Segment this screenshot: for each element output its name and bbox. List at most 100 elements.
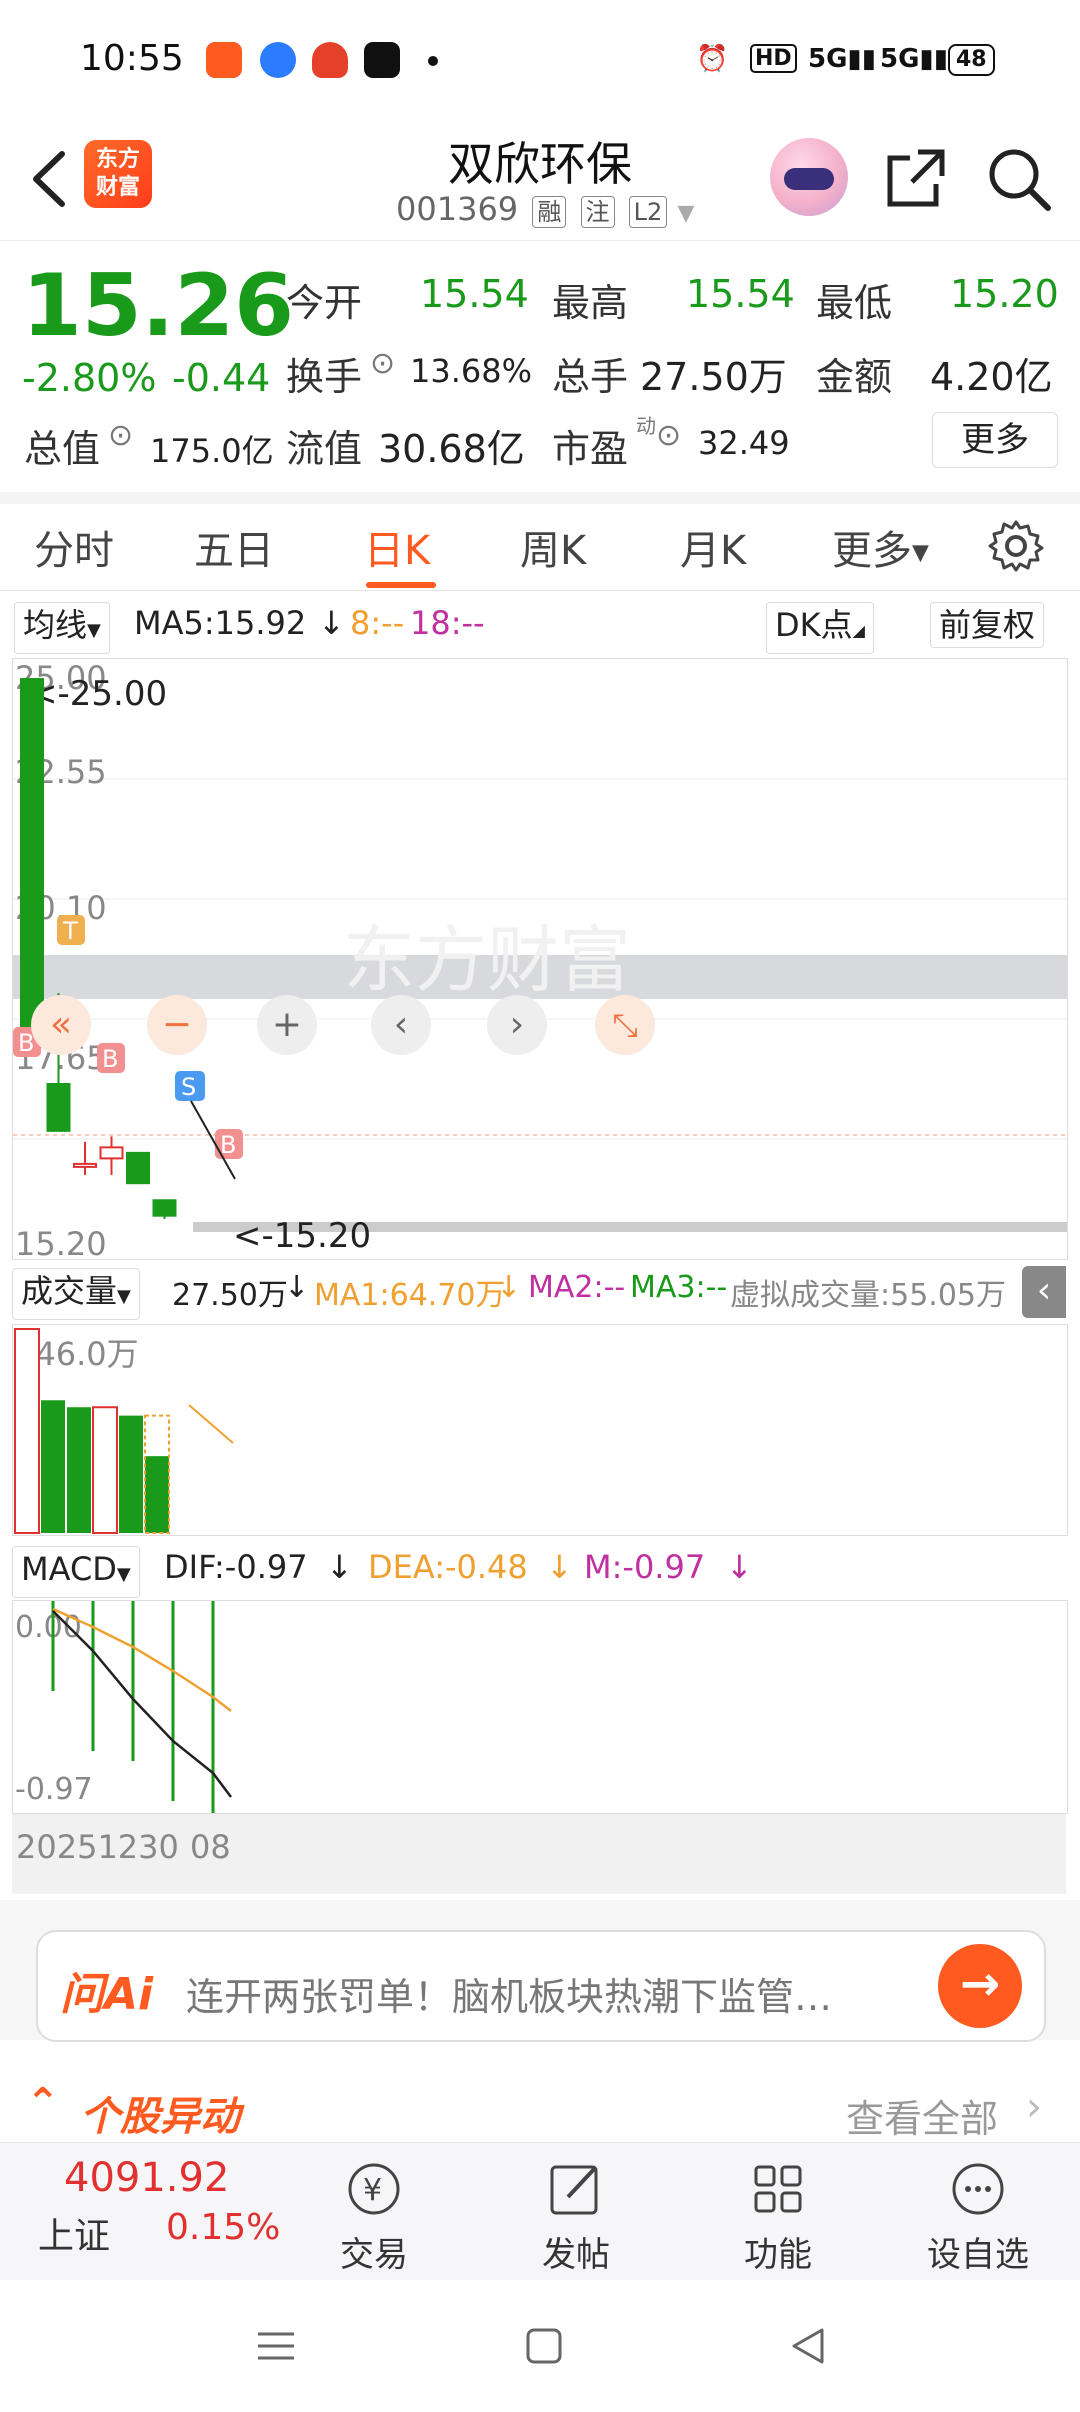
volume-label: 成交量 xyxy=(21,1272,118,1310)
tab-monthly-k[interactable]: 月K xyxy=(680,518,746,576)
zoom-in-icon[interactable]: + xyxy=(257,995,317,1055)
marker-t[interactable]: T xyxy=(57,915,85,945)
ask-ai-input[interactable]: 问Ai 连开两张罚单！脑机板块热潮下监管… → xyxy=(36,1930,1046,2042)
view-all-link[interactable]: 查看全部 xyxy=(846,2088,998,2143)
orange-app-icon xyxy=(206,42,242,78)
macd-indicator-select[interactable]: MACD▼ xyxy=(12,1546,140,1598)
gear-icon[interactable] xyxy=(988,518,1044,574)
candle-body[interactable] xyxy=(152,1199,177,1217)
more-button[interactable]: 更多 xyxy=(932,412,1058,468)
volume-chart[interactable]: 146.0万 xyxy=(12,1324,1068,1536)
change-percent: -2.80% xyxy=(22,356,157,400)
5g-signal-icon: 5G▮▮ xyxy=(880,44,949,74)
down-arrow-icon: ↓ xyxy=(546,1548,573,1586)
nav-post-label: 发帖 xyxy=(542,2235,610,2275)
open-value: 15.54 xyxy=(420,272,529,316)
change-amount: -0.44 xyxy=(172,356,271,400)
down-arrow-icon: ↓ xyxy=(284,1270,310,1305)
volume-indicator-select[interactable]: 成交量▼ xyxy=(12,1268,140,1320)
menu-icon[interactable] xyxy=(254,2324,298,2368)
macd-label: MACD xyxy=(21,1550,117,1588)
candle-body[interactable] xyxy=(99,1146,124,1160)
kline-chart[interactable]: 东方财富 25.00 22.55 20.10 17.65 15.20 <-25.… xyxy=(12,658,1068,1260)
chevron-up-icon[interactable]: ⌃ xyxy=(26,2080,60,2126)
chevron-left-icon[interactable]: ‹ xyxy=(371,995,431,1055)
grid-icon xyxy=(754,2165,802,2213)
caret-down-icon: ▼ xyxy=(87,620,101,641)
amount-value: 4.20亿 xyxy=(930,355,1053,399)
nav-post[interactable]: 发帖 xyxy=(516,2157,636,2276)
macd-svg: 0.00 -0.97 xyxy=(15,1601,232,1813)
tab-daily-k[interactable]: 日K xyxy=(364,518,430,576)
status-bar: 10:55 ⏰ HD 5G▮▮ 5G▮▮ 48 xyxy=(0,0,1080,120)
more-dots-icon xyxy=(952,2163,1004,2215)
corner-icon: ◢ xyxy=(852,621,865,640)
volume-bar[interactable] xyxy=(145,1456,169,1533)
volume-ma2: MA2:-- xyxy=(528,1270,626,1305)
info-icon[interactable]: ⊙ xyxy=(370,346,395,381)
dk-point-button[interactable]: DK点◢ xyxy=(766,602,874,654)
macd-dif: DIF:-0.97 xyxy=(164,1548,308,1586)
nav-trade[interactable]: ¥ 交易 xyxy=(314,2157,434,2276)
info-icon[interactable]: ⊙ xyxy=(656,418,681,453)
down-arrow-icon: ↓ xyxy=(496,1270,522,1305)
marker-s[interactable]: S xyxy=(175,1071,205,1101)
x-label-start: 20251230 xyxy=(16,1828,179,1866)
tab-more[interactable]: 更多▼ xyxy=(832,518,929,576)
tab-intraday[interactable]: 分时 xyxy=(34,518,114,576)
search-icon[interactable] xyxy=(984,144,1054,214)
collapse-panel-icon[interactable]: ‹ xyxy=(1022,1266,1066,1318)
marker-text: S xyxy=(181,1073,196,1101)
bottom-nav: 4091.92 上证 0.15% ¥ 交易 发帖 功能 设自选 xyxy=(0,2142,1080,2281)
chevron-down-icon[interactable]: ▼ xyxy=(677,201,694,226)
ai-assistant-icon[interactable] xyxy=(770,138,848,216)
battery-level: 48 xyxy=(956,47,987,72)
candle-body[interactable] xyxy=(126,1151,150,1185)
volume-bar[interactable] xyxy=(67,1407,91,1533)
macd-chart[interactable]: 0.00 -0.97 xyxy=(12,1600,1068,1814)
tab-more-label: 更多 xyxy=(832,528,912,574)
volume-svg: 146.0万 xyxy=(14,1328,234,1534)
marker-b-2[interactable]: B xyxy=(97,1043,125,1073)
volume-bar[interactable] xyxy=(92,1406,118,1534)
candle-body[interactable] xyxy=(46,1083,71,1132)
volume-value: 27.50万 xyxy=(640,355,787,399)
candle-body[interactable] xyxy=(20,678,44,1039)
share-icon[interactable] xyxy=(880,144,950,214)
macd-bar: MACD▼ DIF:-0.97 ↓ DEA:-0.48 ↓ M:-0.97 ↓ xyxy=(0,1540,1080,1600)
dot-icon xyxy=(428,56,438,66)
5g-signal-icon: 5G▮▮ xyxy=(808,44,877,74)
info-icon[interactable]: ⊙ xyxy=(108,418,133,453)
dif-line xyxy=(52,1610,232,1798)
tag-note: 注 xyxy=(580,196,615,228)
high-value: 15.54 xyxy=(686,272,795,316)
nav-add-watchlist[interactable]: 设自选 xyxy=(918,2157,1038,2276)
volume-bar[interactable] xyxy=(119,1415,143,1533)
turnover-value: 13.68% xyxy=(410,352,533,390)
watermark: 东方财富 xyxy=(343,918,631,1002)
tab-weekly-k[interactable]: 周K xyxy=(520,518,586,576)
nav-functions[interactable]: 功能 xyxy=(718,2157,838,2276)
marker-b-3[interactable]: B xyxy=(215,1129,243,1159)
chevron-right-icon[interactable]: › xyxy=(487,995,547,1055)
ma-mode-select[interactable]: 均线▼ xyxy=(14,602,110,654)
candle-body[interactable] xyxy=(73,1162,97,1168)
volume-bar[interactable] xyxy=(14,1328,40,1534)
marker-text: T xyxy=(62,917,78,945)
macd-top-label: 0.00 xyxy=(15,1610,82,1645)
zoom-out-icon[interactable]: − xyxy=(147,995,207,1055)
blue-app-icon xyxy=(260,42,296,78)
back-icon[interactable] xyxy=(786,2324,830,2368)
tab-five-day[interactable]: 五日 xyxy=(194,518,274,576)
volume-value: 27.50万 xyxy=(172,1278,288,1313)
volume-label: 总手 xyxy=(552,355,629,399)
fullscreen-icon[interactable]: ⤡ xyxy=(595,995,655,1055)
chevron-right-icon[interactable]: › xyxy=(1026,2084,1042,2130)
ask-ai-logo: 问Ai xyxy=(60,1969,154,2020)
home-icon[interactable] xyxy=(522,2324,566,2368)
rewind-icon[interactable]: « xyxy=(31,995,91,1055)
adjust-select[interactable]: 前复权 xyxy=(930,602,1045,648)
down-arrow-icon: ↓ xyxy=(726,1548,753,1586)
arrow-right-icon[interactable]: → xyxy=(938,1944,1022,2028)
volume-bar[interactable] xyxy=(41,1400,65,1533)
